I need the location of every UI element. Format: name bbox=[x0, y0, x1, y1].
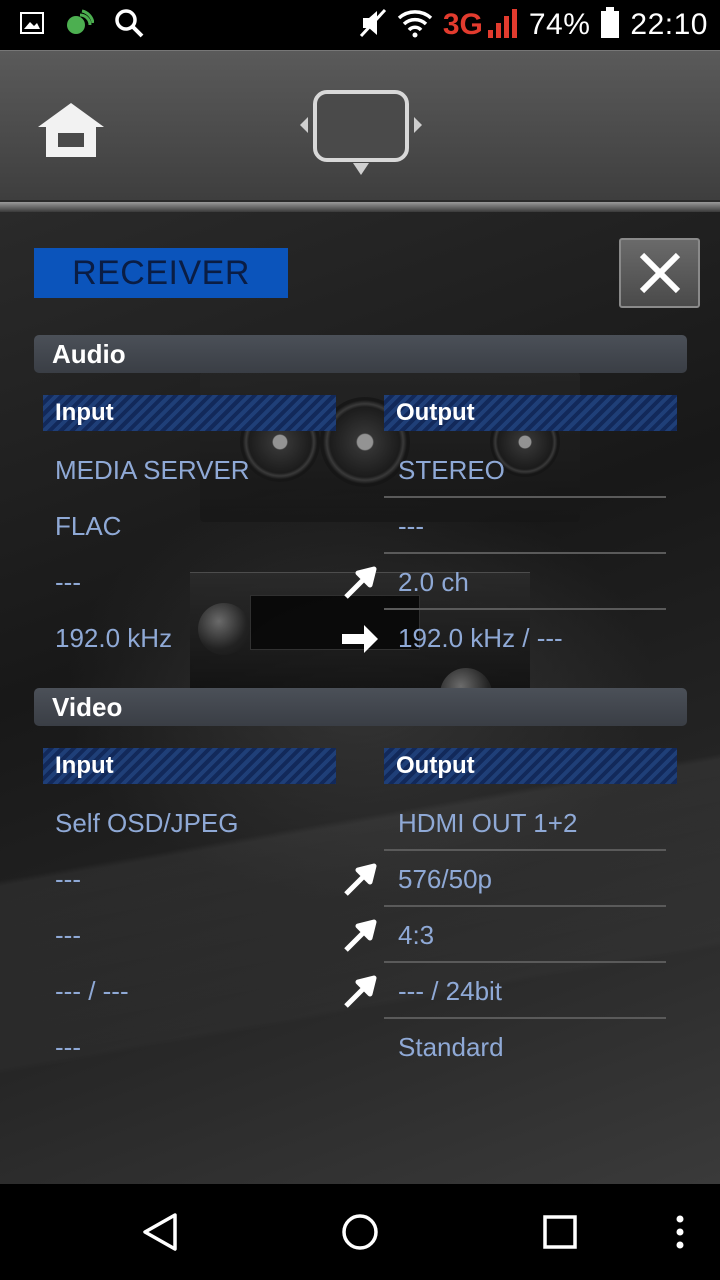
screen-button[interactable] bbox=[298, 89, 424, 181]
right-arrow-icon bbox=[342, 625, 378, 653]
video-input-value: --- / --- bbox=[55, 976, 129, 1006]
video-input-header: Input bbox=[43, 748, 336, 784]
battery-icon bbox=[600, 6, 620, 44]
app-screen: 3G 74% 22:10 RECEIVER Audio Input Output… bbox=[0, 0, 720, 1280]
row-divider bbox=[384, 496, 666, 498]
home-icon bbox=[38, 103, 104, 157]
audio-input-value: MEDIA SERVER bbox=[55, 455, 250, 485]
navigation-bar bbox=[0, 1184, 720, 1280]
audio-input-value: --- bbox=[55, 567, 81, 597]
video-input-value: Self OSD/JPEG bbox=[55, 808, 239, 838]
search-icon bbox=[114, 8, 144, 43]
close-button[interactable] bbox=[619, 238, 700, 308]
more-icon bbox=[676, 1215, 684, 1249]
video-output-value: Standard bbox=[398, 1032, 504, 1062]
mute-icon bbox=[359, 8, 387, 43]
recents-icon bbox=[543, 1215, 577, 1249]
audio-output-value: 2.0 ch bbox=[398, 567, 469, 597]
wifi-icon bbox=[397, 8, 433, 43]
home-button[interactable] bbox=[36, 101, 106, 159]
screen-icon bbox=[300, 90, 422, 175]
battery-percent: 74% bbox=[528, 8, 591, 41]
signal-icon bbox=[487, 8, 519, 43]
receiver-panel: RECEIVER Audio Input Output MEDIA SERVER… bbox=[0, 212, 720, 1184]
diagonal-arrow-icon bbox=[344, 863, 377, 896]
panel-title: RECEIVER bbox=[34, 248, 288, 298]
video-input-value: --- bbox=[55, 1032, 81, 1062]
video-section-header: Video bbox=[34, 688, 687, 726]
audio-output-value: --- bbox=[398, 511, 424, 541]
diagonal-arrow-icon bbox=[344, 919, 377, 952]
video-output-value: 4:3 bbox=[398, 920, 435, 950]
back-icon bbox=[143, 1213, 177, 1251]
audio-input-header: Input bbox=[43, 395, 336, 431]
recents-button[interactable] bbox=[520, 1184, 600, 1280]
audio-output-value: STEREO bbox=[398, 455, 505, 485]
video-output-value: HDMI OUT 1+2 bbox=[398, 808, 578, 838]
status-bar: 3G 74% 22:10 bbox=[0, 0, 720, 50]
network-type: 3G bbox=[442, 8, 483, 41]
video-output-value: --- / 24bit bbox=[398, 976, 503, 1006]
video-output-header: Output bbox=[384, 748, 677, 784]
toolbar bbox=[0, 50, 720, 202]
clock: 22:10 bbox=[630, 8, 708, 41]
diagonal-arrow-icon bbox=[344, 975, 377, 1008]
audio-output-header: Output bbox=[384, 395, 677, 431]
audio-input-value: FLAC bbox=[55, 511, 122, 541]
audio-section-header: Audio bbox=[34, 335, 687, 373]
diagonal-arrow-icon bbox=[344, 566, 377, 599]
audio-input-value: 192.0 kHz bbox=[55, 623, 173, 653]
toolbar-divider bbox=[0, 202, 720, 212]
image-icon bbox=[20, 11, 44, 39]
more-button[interactable] bbox=[660, 1184, 700, 1280]
close-icon bbox=[639, 252, 680, 294]
video-input-value: --- bbox=[55, 920, 81, 950]
video-output-value: 576/50p bbox=[398, 864, 492, 894]
home-nav-button[interactable] bbox=[320, 1184, 400, 1280]
video-input-value: --- bbox=[55, 864, 81, 894]
audio-output-value: 192.0 kHz / --- bbox=[398, 623, 563, 653]
sync-icon bbox=[64, 9, 95, 42]
back-button[interactable] bbox=[120, 1184, 200, 1280]
home-circle-icon bbox=[342, 1214, 378, 1250]
